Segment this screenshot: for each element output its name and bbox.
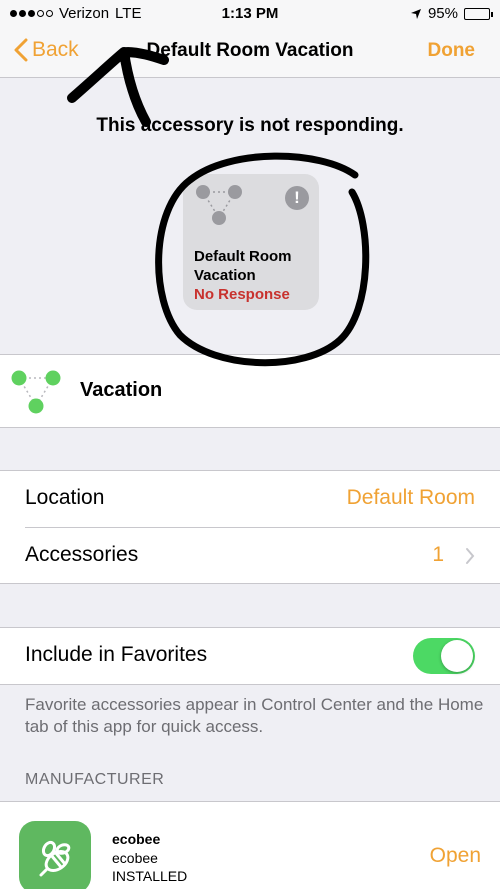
location-label: Location [25,486,105,509]
ecobee-app-icon[interactable] [19,821,91,889]
toggle-knob [441,640,473,672]
app-developer: ecobee [112,850,158,866]
battery-percent: 95% [427,5,458,22]
favorites-label: Include in Favorites [25,643,208,666]
device-name[interactable]: Vacation [80,379,162,402]
favorites-row: Include in Favorites [0,628,500,684]
tile-name: Default Room Vacation [194,248,292,284]
page-title: Default Room Vacation [146,40,354,61]
navigation-bar: Back Default Room Vacation Done [0,28,500,78]
manufacturer-group: ecobee ecobee INSTALLED Open [0,801,500,889]
accessories-count: 1 [432,543,444,566]
accessory-tile[interactable]: ! Default Room Vacation No Response [183,174,319,310]
bee-icon [39,840,71,877]
location-row[interactable]: Location Default Room [0,471,500,527]
vacation-scene-icon [196,185,242,225]
accessories-label: Accessories [25,543,139,566]
favorites-group: Include in Favorites [0,627,500,685]
not-responding-notice: This accessory is not responding. [96,115,404,136]
app-name: ecobee [112,831,161,847]
done-button[interactable]: Done [428,40,476,62]
status-bar: Verizon LTE 1:13 PM 95% [0,0,500,28]
favorites-toggle[interactable] [413,638,475,674]
device-name-group: Vacation [0,354,500,428]
install-state: INSTALLED [112,868,188,884]
chevron-right-icon [466,548,475,564]
manufacturer-header: MANUFACTURER [25,771,165,788]
open-button[interactable]: Open [430,844,481,868]
accessories-row[interactable]: Accessories 1 [25,527,500,583]
favorites-footnote: Favorite accessories appear in Control C… [25,695,484,736]
tile-status: No Response [194,286,290,303]
location-arrow-icon [410,8,421,19]
settings-group: Location Default Room Accessories 1 [0,470,500,584]
vacation-scene-icon [11,370,61,414]
location-value: Default Room [346,486,475,509]
alert-icon: ! [285,186,309,210]
battery-icon [464,7,493,20]
status-right: 95% [410,5,493,22]
